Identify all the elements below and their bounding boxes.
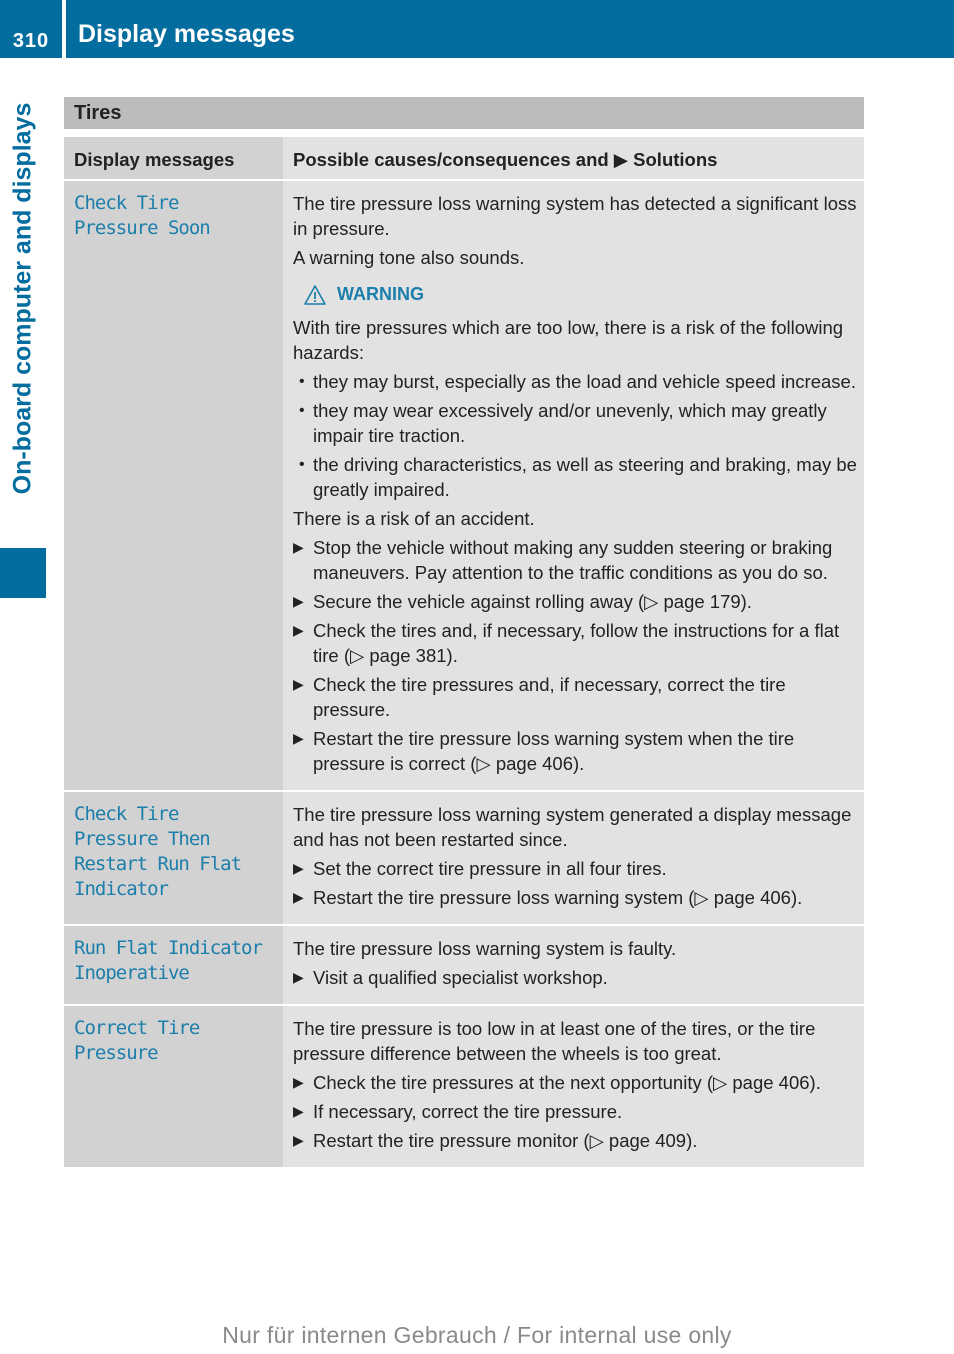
description-cell: The tire pressure loss warning system ha…	[283, 180, 864, 792]
triangle-right-icon: ▶	[293, 593, 304, 609]
bullet-dot-icon: •	[299, 373, 305, 390]
triangle-right-icon: ▶	[293, 622, 304, 638]
hazard-bullet-text: the driving characteristics, as well as …	[313, 454, 857, 500]
hazard-bullet-text: they may burst, especially as the load a…	[313, 371, 856, 392]
solution-step-text: Restart the tire pressure loss warning s…	[313, 887, 803, 908]
solution-step-text: Visit a qualified specialist workshop.	[313, 967, 608, 988]
display-messages-table: Display messages Possible causes/consequ…	[64, 137, 864, 1167]
display-message-line: Pressure Soon	[74, 217, 211, 239]
display-message-line: Correct Tire	[74, 1017, 200, 1039]
solution-step: ▶ Restart the tire pressure loss warning …	[293, 726, 858, 776]
display-message-cell: Correct Tire Pressure	[64, 1005, 283, 1167]
header-divider	[62, 0, 66, 58]
footer-watermark: Nur für internen Gebrauch / For internal…	[222, 1322, 732, 1348]
page-number: 310	[12, 30, 50, 52]
display-message-cell: Run Flat Indicator Inoperative	[64, 925, 283, 1006]
solution-step: ▶ Visit a qualified specialist workshop.	[293, 965, 858, 990]
solution-step: ▶ Set the correct tire pressure in all fo…	[293, 856, 858, 881]
display-message-line: Indicator	[74, 878, 169, 900]
solution-step: ▶ If necessary, correct the tire pressure…	[293, 1099, 858, 1124]
solution-step: ▶ Stop the vehicle without making any sud…	[293, 535, 858, 585]
cause-paragraph: The tire pressure loss warning system ge…	[293, 804, 852, 850]
triangle-right-icon: ▶	[293, 860, 304, 876]
display-message-line: Check Tire	[74, 192, 179, 214]
warning-triangle-icon	[303, 284, 337, 306]
table-row: Check Tire Pressure Then Restart Run Flat I…	[64, 791, 864, 926]
description-cell: The tire pressure loss warning system ge…	[283, 791, 864, 926]
triangle-right-icon: ▶	[293, 730, 304, 746]
solution-step-text: Restart the tire pressure monitor (▷ pag…	[313, 1130, 698, 1151]
bullet-dot-icon: •	[299, 456, 305, 473]
hazard-bullet-item: • they may burst, especially as the load …	[293, 369, 858, 394]
solution-step-text: Restart the tire pressure loss warning s…	[313, 728, 795, 774]
solution-step: ▶ Secure the vehicle against rolling away…	[293, 589, 858, 614]
solution-step: ▶ Check the tire pressures and, if necess…	[293, 672, 858, 722]
cause-paragraph: The tire pressure is too low in at least…	[293, 1018, 816, 1064]
warning-conclusion: There is a risk of an accident.	[293, 508, 535, 529]
table-row: Run Flat Indicator Inoperative The tire pr…	[64, 925, 864, 1006]
bullet-dot-icon: •	[299, 402, 305, 419]
triangle-right-icon: ▶	[293, 1132, 304, 1148]
solution-step: ▶ Restart the tire pressure monitor (▷ pa…	[293, 1128, 858, 1153]
solution-step: ▶ Check the tires and, if necessary, foll…	[293, 618, 858, 668]
column-header-display-messages: Display messages	[64, 137, 283, 181]
warning-text: With tire pressures which are too low, t…	[293, 317, 844, 363]
chapter-side-tab: On-board computer and displays	[0, 58, 46, 538]
solution-step: ▶ Check the tire pressures at the next op…	[293, 1070, 858, 1095]
solution-step-text: Check the tire pressures and, if necessa…	[313, 674, 786, 720]
page-title: Display messages	[78, 20, 295, 48]
description-cell: The tire pressure is too low in at least…	[283, 1005, 864, 1167]
triangle-right-icon: ▶	[293, 676, 304, 692]
table-row: Correct Tire Pressure The tire pressure is…	[64, 1005, 864, 1167]
triangle-right-icon: ▶	[293, 1103, 304, 1119]
chapter-side-tab-label: On-board computer and displays	[8, 102, 37, 494]
solution-step-text: Set the correct tire pressure in all fou…	[313, 858, 667, 879]
display-message-cell: Check Tire Pressure Then Restart Run Flat I…	[64, 791, 283, 926]
triangle-right-icon: ▶	[293, 889, 304, 905]
section-title: Tires	[64, 97, 864, 129]
display-message-line: Restart Run Flat	[74, 853, 242, 875]
solution-step: ▶ Restart the tire pressure loss warning …	[293, 885, 858, 910]
warning-heading: WARNING	[303, 282, 858, 307]
cause-paragraph: The tire pressure loss warning system is…	[293, 938, 677, 959]
warning-label: WARNING	[337, 284, 424, 304]
solution-step-text: Secure the vehicle against rolling away …	[313, 591, 752, 612]
display-message-line: Check Tire	[74, 803, 179, 825]
table-body: Check Tire Pressure Soon The tire pressure…	[64, 180, 864, 1167]
solution-step-text: Check the tires and, if necessary, follo…	[313, 620, 840, 666]
display-message-cell: Check Tire Pressure Soon	[64, 180, 283, 792]
display-message-line: Inoperative	[74, 962, 190, 984]
solution-step-text: If necessary, correct the tire pressure.	[313, 1101, 623, 1122]
solution-step-text: Stop the vehicle without making any sudd…	[313, 537, 833, 583]
triangle-right-icon: ▶	[293, 539, 304, 555]
hazard-bullet-item: • the driving characteristics, as well as…	[293, 452, 858, 502]
hazard-bullet-text: they may wear excessively and/or unevenl…	[313, 400, 827, 446]
triangle-right-icon: ▶	[293, 1074, 304, 1090]
column-header-causes-solutions: Possible causes/consequences and ▶ Solut…	[283, 137, 864, 181]
display-message-line: Pressure Then	[74, 828, 211, 850]
hazard-bullet-item: • they may wear excessively and/or uneven…	[293, 398, 858, 448]
triangle-right-icon: ▶	[293, 969, 304, 985]
cause-paragraph: The tire pressure loss warning system ha…	[293, 193, 857, 239]
chapter-side-tab-marker	[0, 548, 46, 598]
table-row: Check Tire Pressure Soon The tire pressure…	[64, 180, 864, 792]
table-header-row: Display messages Possible causes/consequ…	[64, 137, 864, 181]
description-cell: The tire pressure loss warning system is…	[283, 925, 864, 1006]
solution-step-text: Check the tire pressures at the next opp…	[313, 1072, 821, 1093]
display-message-line: Pressure	[74, 1042, 159, 1064]
cause-paragraph: A warning tone also sounds.	[293, 247, 525, 268]
display-message-line: Run Flat Indicator	[74, 937, 263, 959]
